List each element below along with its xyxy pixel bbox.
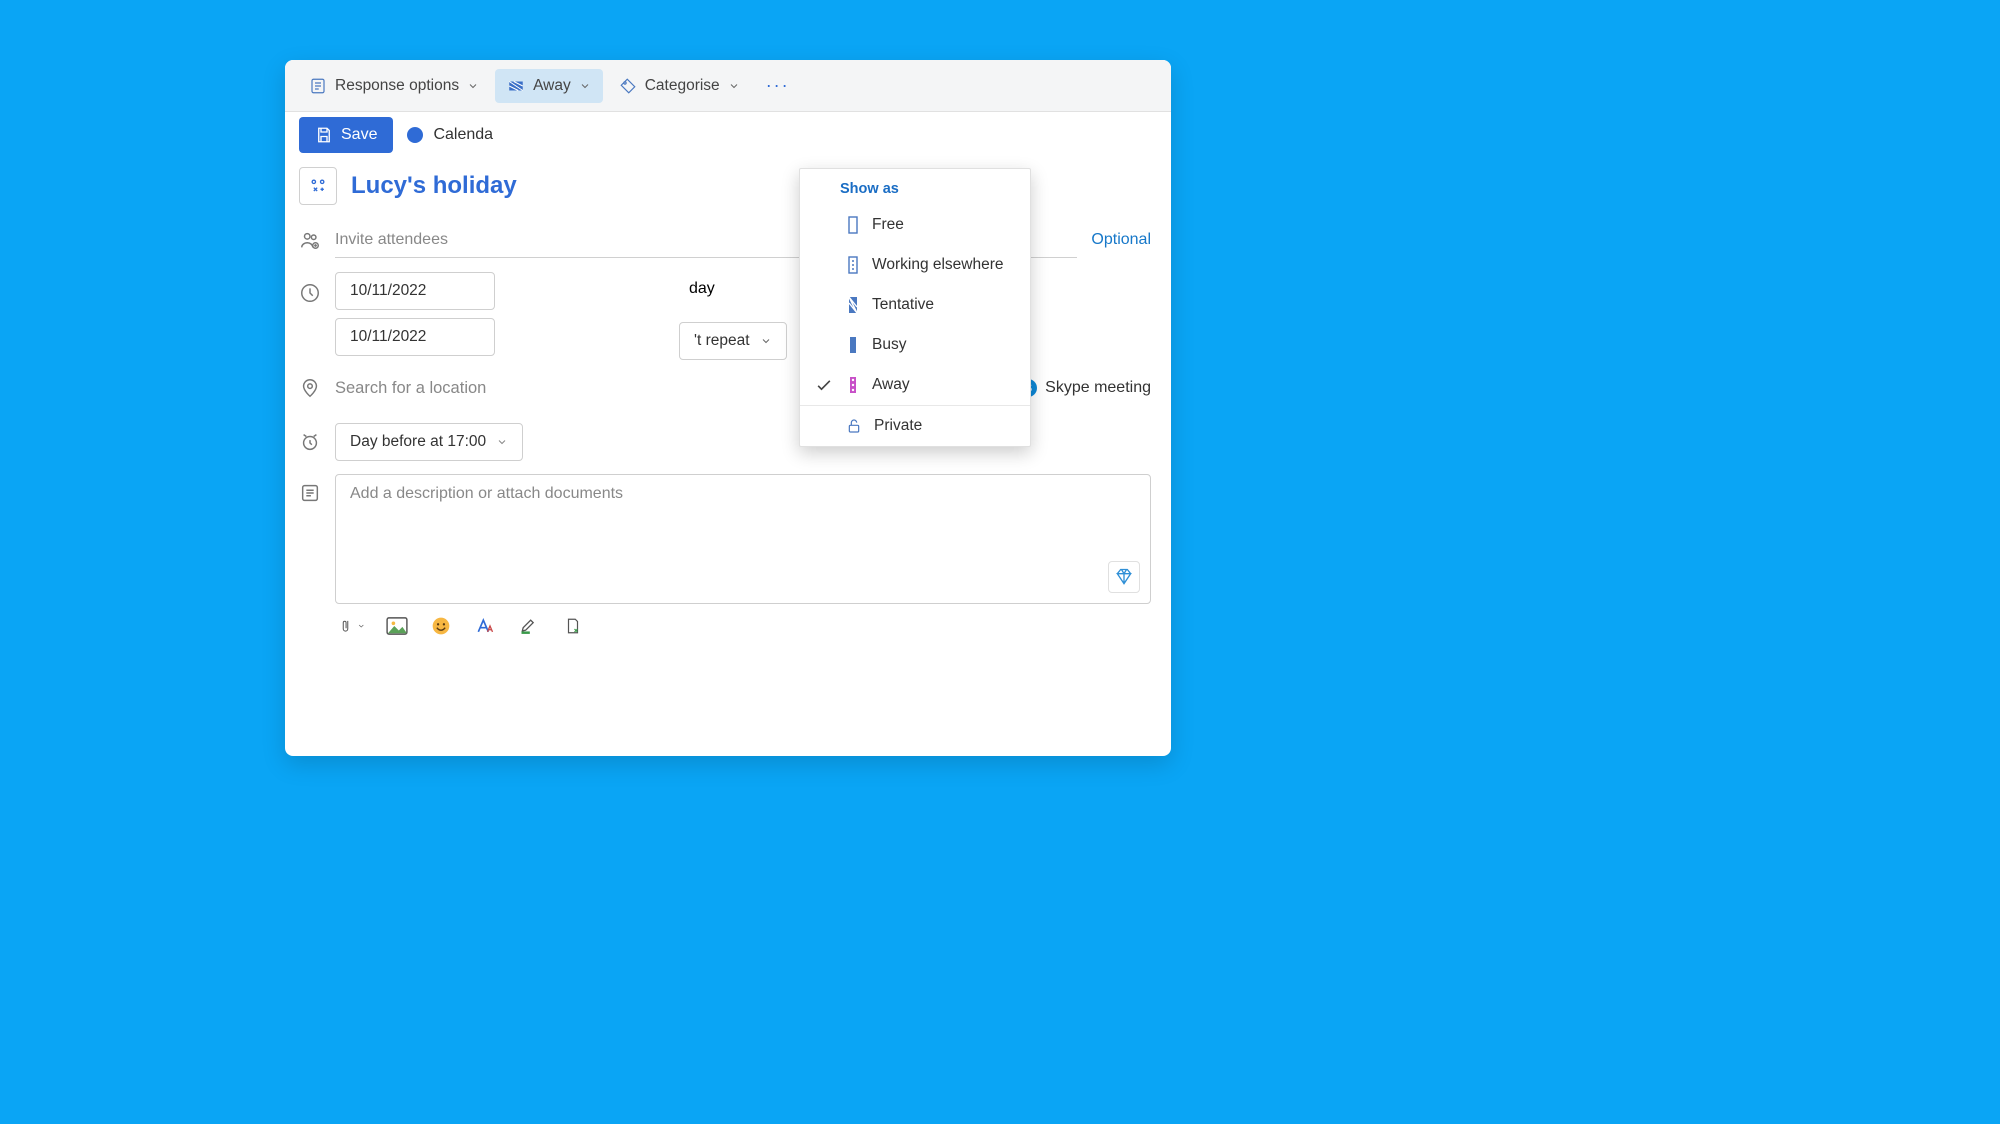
- calendar-color-dot: [407, 127, 423, 143]
- emoji-icon: [431, 616, 451, 636]
- repeat-selector[interactable]: 't repeat: [679, 322, 787, 360]
- start-date-field[interactable]: 10/11/2022: [335, 272, 495, 310]
- paperclip-icon: [341, 616, 355, 636]
- reminder-icon: [299, 431, 321, 453]
- dropdown-item-working-elsewhere[interactable]: Working elsewhere: [800, 245, 1030, 285]
- check-placeholder: [814, 416, 834, 436]
- dropdown-item-tentative[interactable]: Tentative: [800, 285, 1030, 325]
- calendar-label: Calenda: [433, 126, 493, 144]
- response-options-icon: [309, 77, 327, 95]
- chevron-down-icon: [467, 80, 479, 92]
- chevron-down-icon: [760, 335, 772, 347]
- show-as-dropdown: Show as Free Working elsewhere Tentative…: [799, 168, 1031, 447]
- diamond-icon: [1114, 567, 1134, 587]
- repeat-label: 't repeat: [694, 332, 750, 350]
- show-as-label: Away: [533, 77, 571, 95]
- categorise-button[interactable]: Categorise: [607, 69, 752, 103]
- premium-button[interactable]: [1108, 561, 1140, 593]
- chevron-down-icon: [496, 436, 508, 448]
- template-icon: [564, 616, 582, 636]
- template-button[interactable]: [561, 614, 585, 638]
- dropdown-item-free[interactable]: Free: [800, 205, 1030, 245]
- dropdown-item-label: Working elsewhere: [872, 256, 1004, 274]
- calendar-selector[interactable]: Calenda: [407, 126, 493, 144]
- response-options-button[interactable]: Response options: [297, 69, 491, 103]
- description-placeholder: Add a description or attach documents: [350, 485, 623, 502]
- highlight-button[interactable]: [517, 614, 541, 638]
- skype-text: Skype meeting: [1045, 379, 1151, 397]
- check-placeholder: [814, 335, 834, 355]
- image-icon: [386, 617, 408, 635]
- dropdown-item-label: Away: [872, 376, 910, 394]
- more-actions-button[interactable]: ···: [756, 69, 800, 102]
- attendees-icon: [299, 229, 321, 251]
- lock-open-icon: [846, 417, 862, 435]
- away-status-icon: [507, 77, 525, 95]
- check-placeholder: [814, 295, 834, 315]
- event-form: Optional 10/11/2022 10/11/2022 day 't re…: [285, 158, 1171, 646]
- description-icon: [299, 482, 321, 504]
- check-icon: [814, 375, 834, 395]
- skype-meeting-label: S Skype meeting: [1019, 379, 1151, 397]
- status-busy-icon: [846, 336, 860, 354]
- highlight-icon: [518, 616, 540, 636]
- dropdown-item-away[interactable]: Away: [800, 365, 1030, 405]
- swap-icon: [308, 176, 328, 196]
- end-date-field[interactable]: 10/11/2022: [335, 318, 495, 356]
- check-placeholder: [814, 215, 834, 235]
- chevron-down-icon: [728, 80, 740, 92]
- chevron-down-icon: [357, 621, 365, 631]
- check-placeholder: [814, 255, 834, 275]
- description-row: Add a description or attach documents: [299, 474, 1151, 604]
- tag-icon: [619, 77, 637, 95]
- all-day-label: day: [689, 280, 715, 298]
- insert-image-button[interactable]: [385, 614, 409, 638]
- emoji-button[interactable]: [429, 614, 453, 638]
- status-away-icon: [846, 376, 860, 394]
- response-options-label: Response options: [335, 77, 459, 95]
- status-free-icon: [846, 216, 860, 234]
- font-icon: [475, 616, 495, 636]
- optional-attendees-link[interactable]: Optional: [1091, 231, 1151, 249]
- dropdown-item-label: Free: [872, 216, 904, 234]
- swap-icon-button[interactable]: [299, 167, 337, 205]
- status-working-elsewhere-icon: [846, 256, 860, 274]
- reminder-label: Day before at 17:00: [350, 433, 486, 451]
- ribbon: Response options Away Categorise ···: [285, 60, 1171, 112]
- dropdown-item-private[interactable]: Private: [800, 406, 1030, 446]
- dropdown-item-label: Busy: [872, 336, 906, 354]
- attach-button[interactable]: [341, 614, 365, 638]
- save-icon: [315, 126, 333, 144]
- save-button[interactable]: Save: [299, 117, 393, 153]
- format-bar: [299, 614, 1151, 638]
- status-tentative-icon: [846, 296, 860, 314]
- event-editor-window: Response options Away Categorise ··· Sav…: [285, 60, 1171, 756]
- description-input[interactable]: Add a description or attach documents: [335, 474, 1151, 604]
- dropdown-header: Show as: [800, 169, 1030, 205]
- dropdown-item-busy[interactable]: Busy: [800, 325, 1030, 365]
- categorise-label: Categorise: [645, 77, 720, 95]
- save-button-label: Save: [341, 126, 377, 144]
- reminder-selector[interactable]: Day before at 17:00: [335, 423, 523, 461]
- font-button[interactable]: [473, 614, 497, 638]
- dropdown-item-label: Private: [874, 417, 922, 435]
- dropdown-item-label: Tentative: [872, 296, 934, 314]
- clock-icon: [299, 282, 321, 304]
- event-title-input[interactable]: [351, 168, 1151, 204]
- show-as-button[interactable]: Away: [495, 69, 603, 103]
- chevron-down-icon: [579, 80, 591, 92]
- save-row: Save Calenda: [285, 112, 1171, 158]
- location-icon: [299, 377, 321, 399]
